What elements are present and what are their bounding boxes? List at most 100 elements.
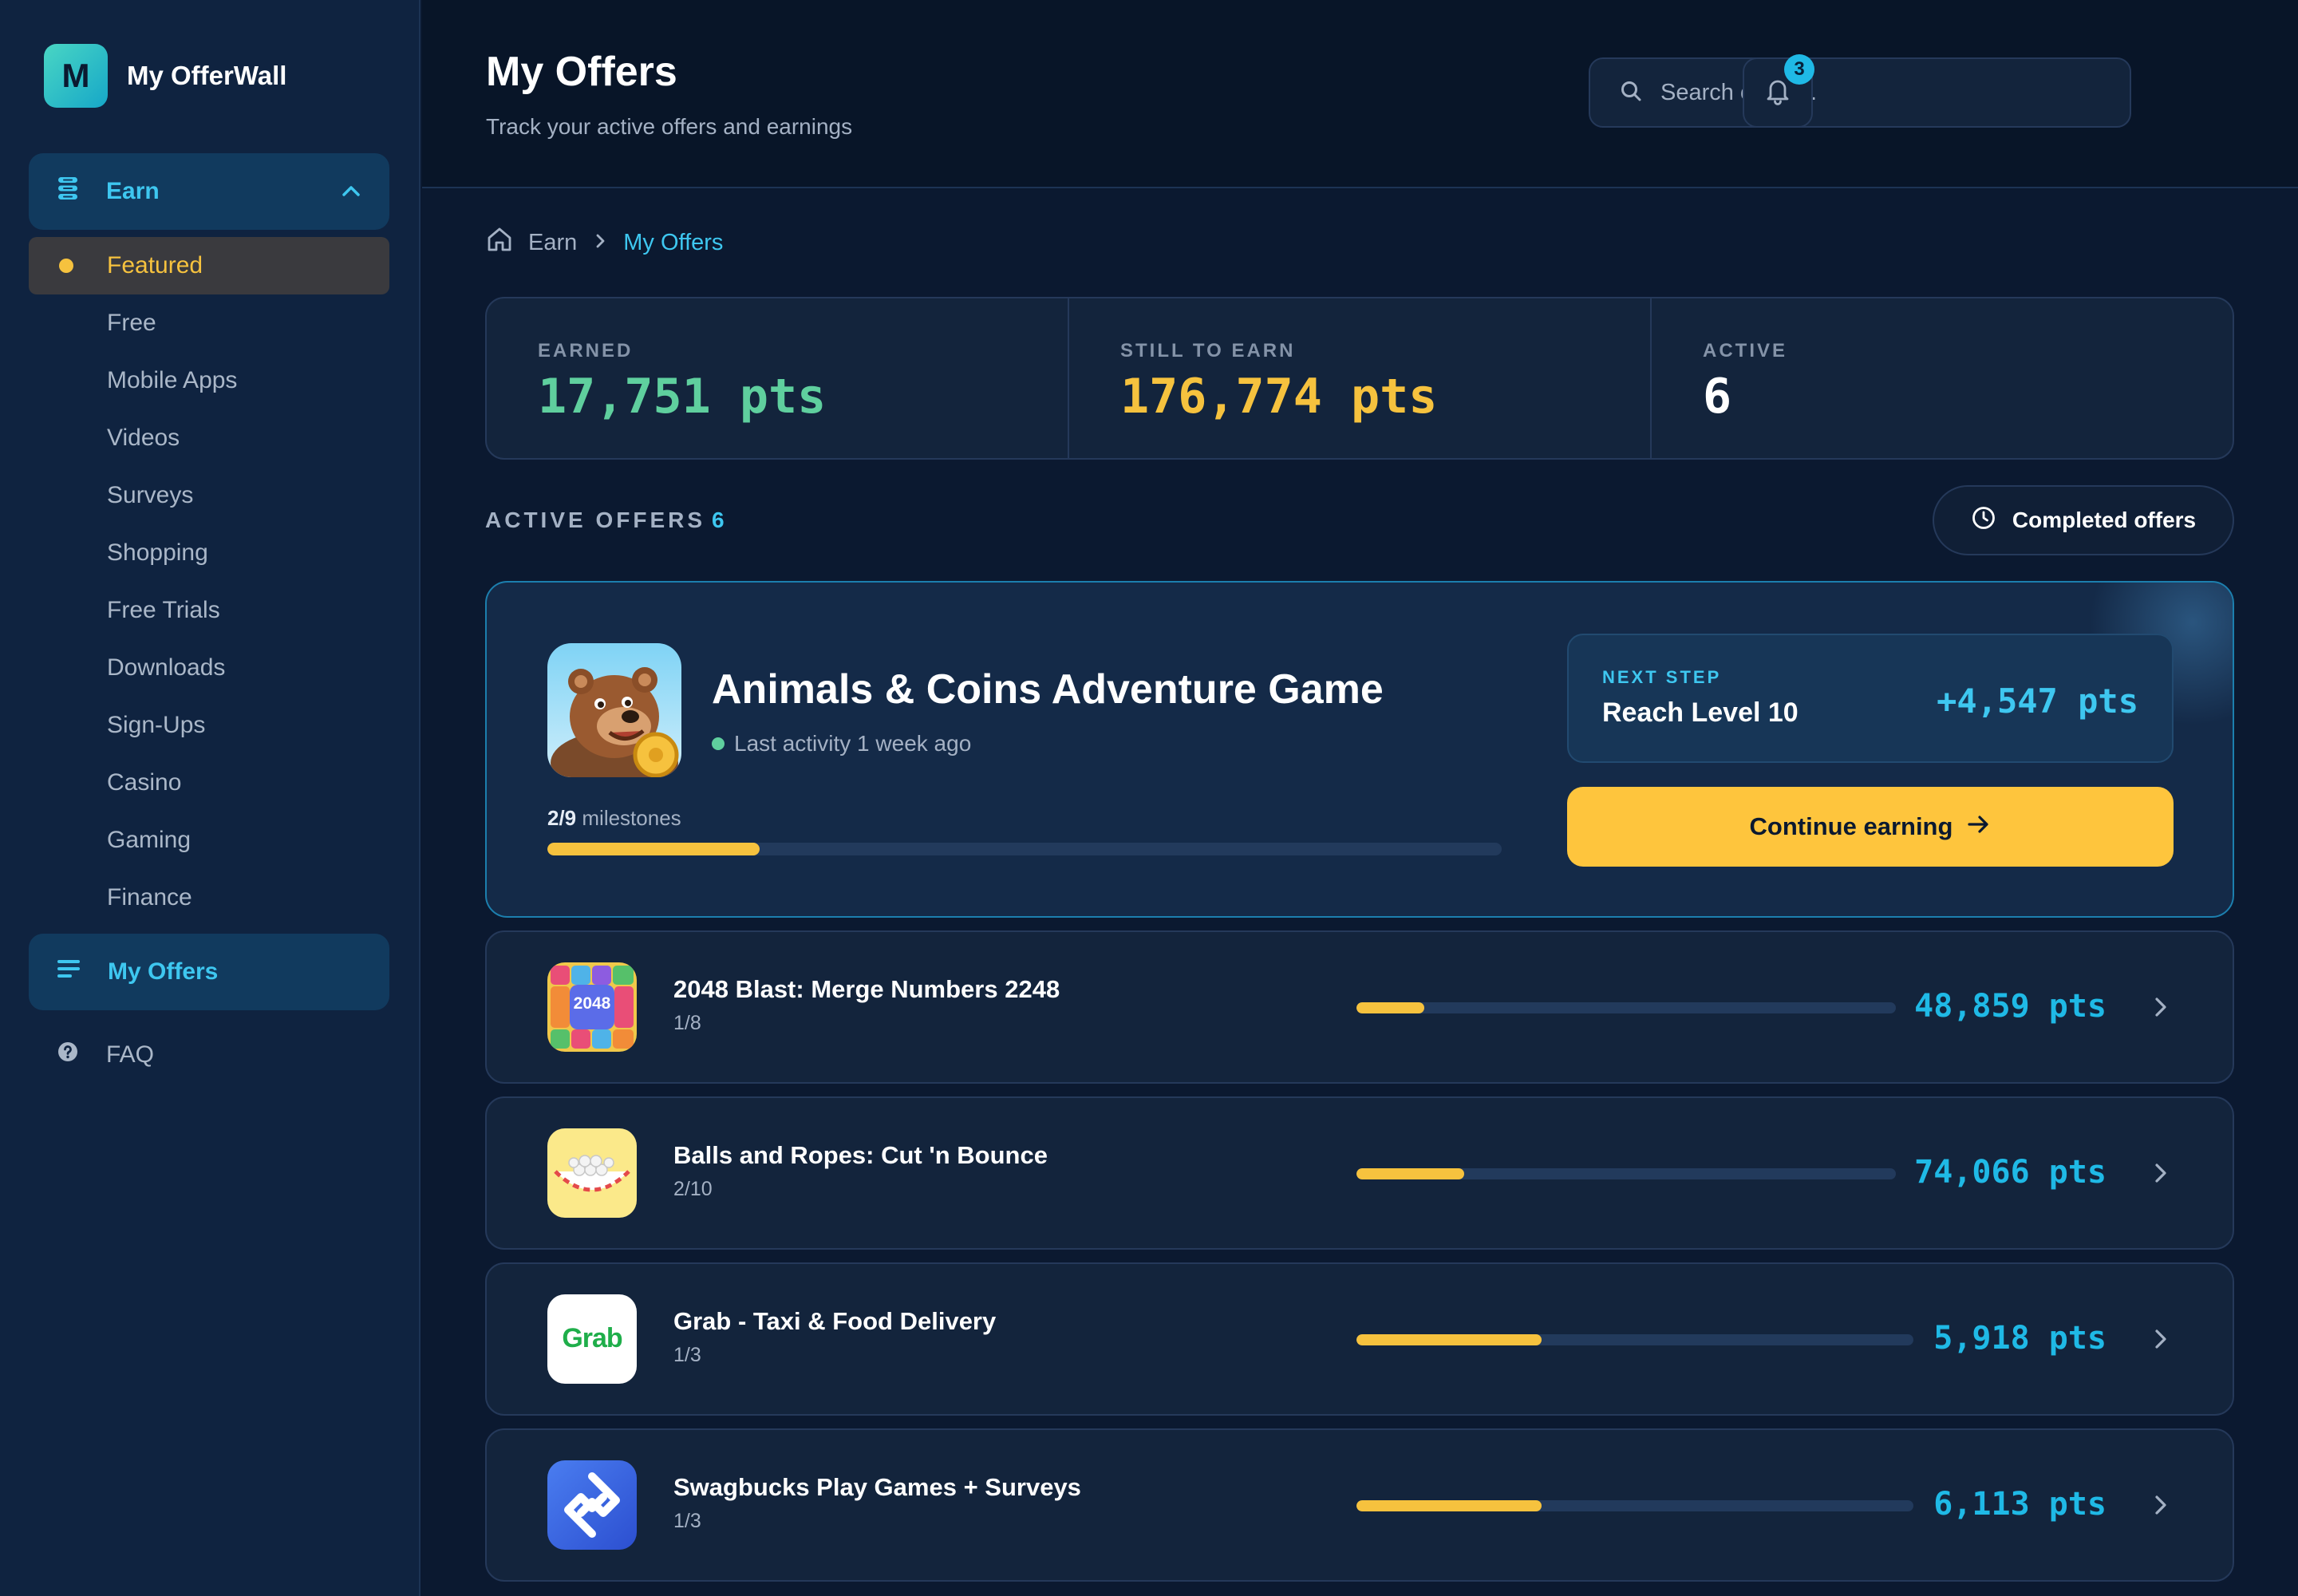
next-step-label: NEXT STEP [1602,667,1722,687]
next-step-panel: NEXT STEP Reach Level 10 +4,547 pts [1567,634,2174,763]
sidebar-item-my-offers[interactable]: My Offers [29,934,389,1010]
sidebar-item-label: Featured [107,252,203,279]
sidebar-item-faq[interactable]: FAQ [29,1015,389,1095]
featured-last-activity: Last activity 1 week ago [712,731,971,757]
sidebar-item-gaming[interactable]: Gaming [29,812,389,869]
sidebar-item-label: Free Trials [107,597,220,623]
arrow-right-icon [1967,812,1991,841]
offer-row[interactable]: Swagbucks Play Games + Surveys 1/3 6,113… [485,1428,2234,1582]
offer-progress-text: 2/10 [673,1178,713,1200]
sidebar-item-surveys[interactable]: Surveys [29,467,389,524]
continue-earning-button[interactable]: Continue earning [1567,787,2174,867]
sidebar-item-free[interactable]: Free [29,294,389,352]
sidebar-item-videos[interactable]: Videos [29,409,389,467]
sidebar-item-label: Free [107,310,156,336]
page-title: My Offers [486,49,677,95]
chevron-right-icon[interactable] [2148,1160,2174,1190]
clock-icon [1971,505,1996,536]
progress-fill [1356,1334,1542,1345]
sidebar-item-downloads[interactable]: Downloads [29,639,389,697]
chevron-up-icon[interactable] [340,180,362,209]
search-box[interactable] [1589,57,2131,128]
next-step-points: +4,547 pts [1937,681,2138,721]
active-dot-icon [59,259,73,273]
page-subtitle: Track your active offers and earnings [486,114,853,139]
breadcrumb-earn-link[interactable]: Earn [528,230,577,256]
breadcrumb: Earn My Offers [485,225,723,260]
offer-row[interactable]: Balls and Ropes: Cut 'n Bounce 2/10 74,0… [485,1096,2234,1250]
sidebar-item-my-offers-label: My Offers [108,958,219,985]
sidebar-item-finance[interactable]: Finance [29,869,389,926]
page-header: My Offers Track your active offers and e… [422,0,2298,188]
next-step-text: Reach Level 10 [1602,697,1799,728]
featured-offer-card[interactable]: Animals & Coins Adventure Game Last acti… [485,581,2234,918]
sidebar-item-shopping[interactable]: Shopping [29,524,389,582]
stat-value: 17,751 pts [538,369,827,425]
sidebar-item-earn[interactable]: Earn [29,153,389,230]
sidebar-item-sign-ups[interactable]: Sign-Ups [29,697,389,754]
progress-fill [1356,1500,1542,1511]
home-icon[interactable] [485,225,514,260]
sidebar-item-casino[interactable]: Casino [29,754,389,812]
offer-progress-text: 1/3 [673,1344,701,1366]
list-icon [57,958,81,986]
offer-row[interactable]: Grab Grab - Taxi & Food Delivery 1/3 5,9… [485,1262,2234,1416]
offer-title: Swagbucks Play Games + Surveys [673,1473,1081,1501]
featured-progress-bar [547,843,1502,855]
section-title-text: ACTIVE OFFERS [485,508,706,532]
chevron-right-icon[interactable] [2148,1326,2174,1356]
stat-label: ACTIVE [1703,340,1788,361]
icon-label: 2048 [573,994,611,1013]
brand-name: My OfferWall [127,61,287,90]
sidebar-item-label: Gaming [107,827,192,853]
brand[interactable]: M My OfferWall [44,44,286,108]
chevron-right-icon[interactable] [2148,1492,2174,1522]
offer-progress-bar [1356,1168,1896,1179]
brand-logo: M [44,44,108,108]
breadcrumb-current: My Offers [623,229,724,255]
stat-earned: EARNED 17,751 pts [487,298,1068,458]
stat-label: STILL TO EARN [1120,340,1296,361]
offer-progress-text: 1/3 [673,1510,701,1532]
grab-logo-icon: Grab [547,1294,637,1384]
stat-value: 176,774 pts [1120,369,1438,425]
stat-still-to-earn: STILL TO EARN 176,774 pts [1068,298,1650,458]
sidebar-item-label: Sign-Ups [107,712,206,738]
featured-offer-title: Animals & Coins Adventure Game [712,666,1384,713]
notification-badge: 3 [1784,54,1814,85]
sidebar-item-label: Finance [107,884,192,911]
sidebar-item-faq-label: FAQ [106,1041,155,1068]
offer-points: 6,113 pts [1933,1486,2106,1523]
stats-panel: EARNED 17,751 pts STILL TO EARN 176,774 … [485,297,2234,460]
stat-value: 6 [1703,369,1732,425]
sidebar-item-label: Mobile Apps [107,367,238,393]
section-count: 6 [712,508,728,532]
sidebar-item-mobile-apps[interactable]: Mobile Apps [29,352,389,409]
sidebar-item-label: Videos [107,425,180,451]
sidebar-item-featured[interactable]: Featured [29,237,389,294]
bell-icon [1764,77,1791,109]
sidebar: M My OfferWall Earn Featured Free Mobile… [0,0,421,1596]
chevron-right-icon [591,230,609,256]
offer-row[interactable]: 2048 2048 Blast: Merge Numbers 2248 1/8 … [485,930,2234,1084]
help-circle-icon [57,1041,79,1069]
progress-fill [1356,1168,1465,1179]
offer-points: 74,066 pts [1914,1154,2106,1191]
completed-offers-button[interactable]: Completed offers [1933,485,2234,555]
swagbucks-logo-icon [547,1460,637,1550]
offer-progress-bar [1356,1500,1913,1511]
section-title: ACTIVE OFFERS 6 [485,508,728,533]
search-input[interactable] [1660,79,2107,106]
completed-offers-label: Completed offers [2012,508,2197,532]
continue-earning-label: Continue earning [1749,812,1953,840]
sidebar-item-label: Surveys [107,482,194,508]
progress-fill [1356,1002,1424,1013]
offer-progress-bar [1356,1334,1913,1345]
offer-progress-bar [1356,1002,1896,1013]
sidebar-item-free-trials[interactable]: Free Trials [29,582,389,639]
progress-fill [547,843,760,855]
sidebar-item-label: Shopping [107,539,208,566]
offer-points: 5,918 pts [1933,1320,2106,1357]
chevron-right-icon[interactable] [2148,994,2174,1024]
milestones-text: milestones [582,806,681,830]
